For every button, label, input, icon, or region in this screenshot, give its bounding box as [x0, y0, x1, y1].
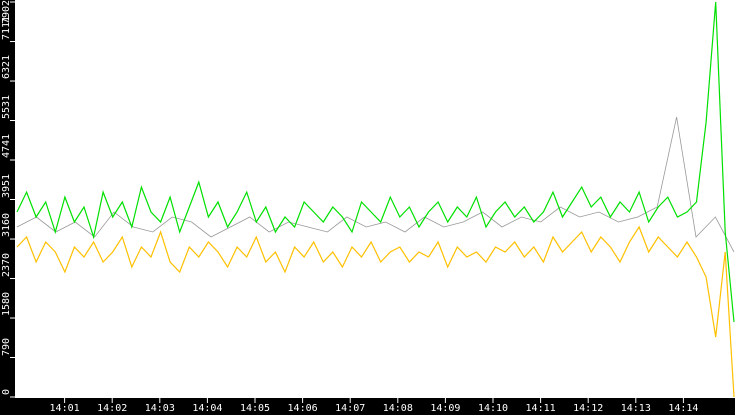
x-tick-label: 14:11: [525, 403, 556, 414]
x-tick-label: 14:09: [430, 403, 461, 414]
x-tick-label: 14:12: [573, 403, 604, 414]
x-tick-label: 14:01: [49, 403, 80, 414]
y-tick-label: 7902: [1, 0, 12, 24]
y-tick-label: 1580: [1, 291, 12, 317]
x-tick-label: 14:04: [192, 403, 223, 414]
y-tick-label: 6321: [1, 54, 12, 80]
series-yellow: [16, 225, 735, 398]
series-grey: [16, 117, 735, 253]
y-tick-label: 2370: [1, 252, 12, 277]
x-tick-label: 14:03: [144, 403, 175, 414]
series-green: [16, 1, 735, 323]
y-tick-label: 4741: [1, 133, 12, 158]
x-tick-label: 14:08: [382, 403, 413, 414]
y-tick-label: 3160: [1, 212, 12, 238]
y-tick-label: 0: [1, 388, 12, 395]
y-tick-label: 3951: [1, 173, 12, 198]
y-tick-label: 790: [1, 337, 12, 356]
x-tick-label: 14:13: [620, 403, 651, 414]
chart: 0 790 1580 2370 3160 3951 4741 5531 6321 7111 7902…: [0, 0, 735, 415]
x-tick-label: 14:02: [97, 403, 128, 414]
plot-area: [10, 1, 735, 403]
x-tick-label: 14:05: [239, 403, 271, 414]
x-tick-label: 14:10: [477, 403, 509, 414]
x-tick-label: 14:14: [668, 403, 699, 414]
x-tick-label: 14:07: [335, 403, 366, 414]
x-tick-label: 14:06: [287, 403, 318, 414]
y-tick-label: 5531: [1, 94, 12, 119]
